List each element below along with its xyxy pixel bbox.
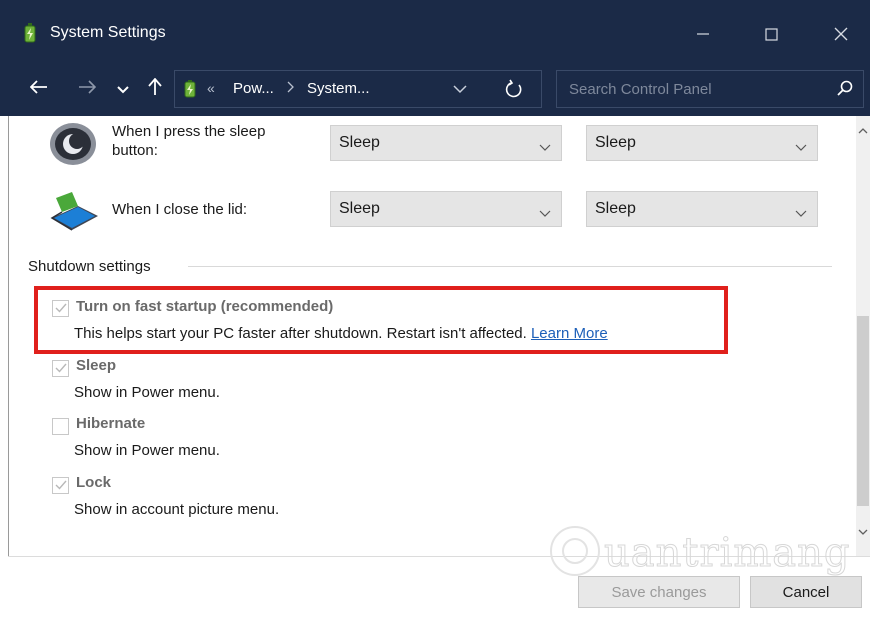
hibernate-option-description: Show in Power menu. (74, 442, 220, 459)
cancel-button[interactable]: Cancel (750, 576, 862, 608)
breadcrumb-power-options[interactable]: Pow... (233, 80, 274, 97)
search-input[interactable]: Search Control Panel (556, 70, 864, 108)
window-title: System Settings (50, 24, 166, 41)
learn-more-link[interactable]: Learn More (531, 325, 608, 342)
close-lid-label: When I close the lid: (112, 201, 248, 218)
fast-startup-checkbox[interactable] (52, 300, 69, 317)
chevron-down-icon (858, 523, 868, 540)
fast-startup-description: This helps start your PC faster after sh… (74, 325, 608, 342)
hibernate-checkbox[interactable] (52, 418, 69, 435)
forward-button[interactable] (72, 72, 102, 106)
address-path[interactable]: « Pow... System... (174, 70, 542, 108)
refresh-icon[interactable] (505, 79, 523, 103)
window-border (8, 116, 9, 617)
sleep-button-label: When I press the sleep button: (112, 123, 266, 159)
sleep-button-plugged-in-select[interactable]: Sleep (586, 125, 818, 161)
scroll-thumb[interactable] (857, 316, 869, 506)
chevron-down-icon (539, 205, 551, 222)
chevron-down-icon (795, 205, 807, 222)
scroll-up-button[interactable] (856, 122, 870, 136)
close-lid-on-battery-select[interactable]: Sleep (330, 191, 562, 227)
search-icon[interactable] (837, 80, 853, 100)
chevron-down-icon[interactable] (453, 81, 467, 98)
fast-startup-title: Turn on fast startup (recommended) (76, 298, 334, 315)
checkmark-icon (55, 360, 67, 377)
lock-checkbox[interactable] (52, 477, 69, 494)
sleep-button-on-battery-select[interactable]: Sleep (330, 125, 562, 161)
chevron-down-icon (795, 139, 807, 156)
sleep-button-icon (48, 122, 98, 170)
title-bar: System Settings (0, 0, 870, 62)
sleep-option-title: Sleep (76, 357, 117, 374)
checkmark-icon (55, 300, 67, 317)
checkmark-icon (55, 477, 67, 494)
close-button[interactable] (818, 14, 864, 54)
breadcrumb-system-settings[interactable]: System... (307, 80, 370, 97)
address-bar: « Pow... System... Search Control Panel (0, 62, 870, 116)
lock-option-description: Show in account picture menu. (74, 501, 280, 518)
lock-option-title: Lock (76, 474, 112, 491)
up-button[interactable] (140, 72, 170, 106)
arrow-left-icon (29, 80, 48, 98)
arrow-right-icon (78, 80, 97, 98)
laptop-lid-icon (48, 188, 100, 236)
scroll-down-button[interactable] (856, 524, 870, 538)
settings-content: When I press the sleep button: Sleep Sle… (8, 116, 856, 556)
back-button[interactable] (24, 72, 54, 106)
sleep-option-description: Show in Power menu. (74, 384, 220, 401)
chevron-down-icon (539, 139, 551, 156)
save-changes-button[interactable]: Save changes (578, 576, 740, 608)
sleep-checkbox[interactable] (52, 360, 69, 377)
chevron-up-icon (858, 121, 868, 138)
arrow-up-icon (148, 77, 162, 100)
vertical-scrollbar[interactable] (856, 116, 870, 556)
section-divider (188, 266, 832, 267)
shutdown-settings-title: Shutdown settings (28, 258, 151, 275)
minimize-button[interactable] (680, 14, 726, 54)
close-lid-plugged-in-select[interactable]: Sleep (586, 191, 818, 227)
path-overflow[interactable]: « (207, 80, 215, 96)
highlight-annotation (34, 286, 728, 354)
chevron-down-icon (117, 81, 129, 98)
maximize-button[interactable] (748, 14, 794, 54)
footer-bar: Save changes Cancel (8, 556, 870, 617)
search-placeholder: Search Control Panel (569, 81, 712, 98)
battery-power-icon (183, 79, 197, 99)
chevron-right-icon (287, 80, 295, 96)
hibernate-option-title: Hibernate (76, 415, 146, 432)
recent-locations-button[interactable] (108, 72, 138, 106)
battery-power-icon (22, 22, 38, 44)
